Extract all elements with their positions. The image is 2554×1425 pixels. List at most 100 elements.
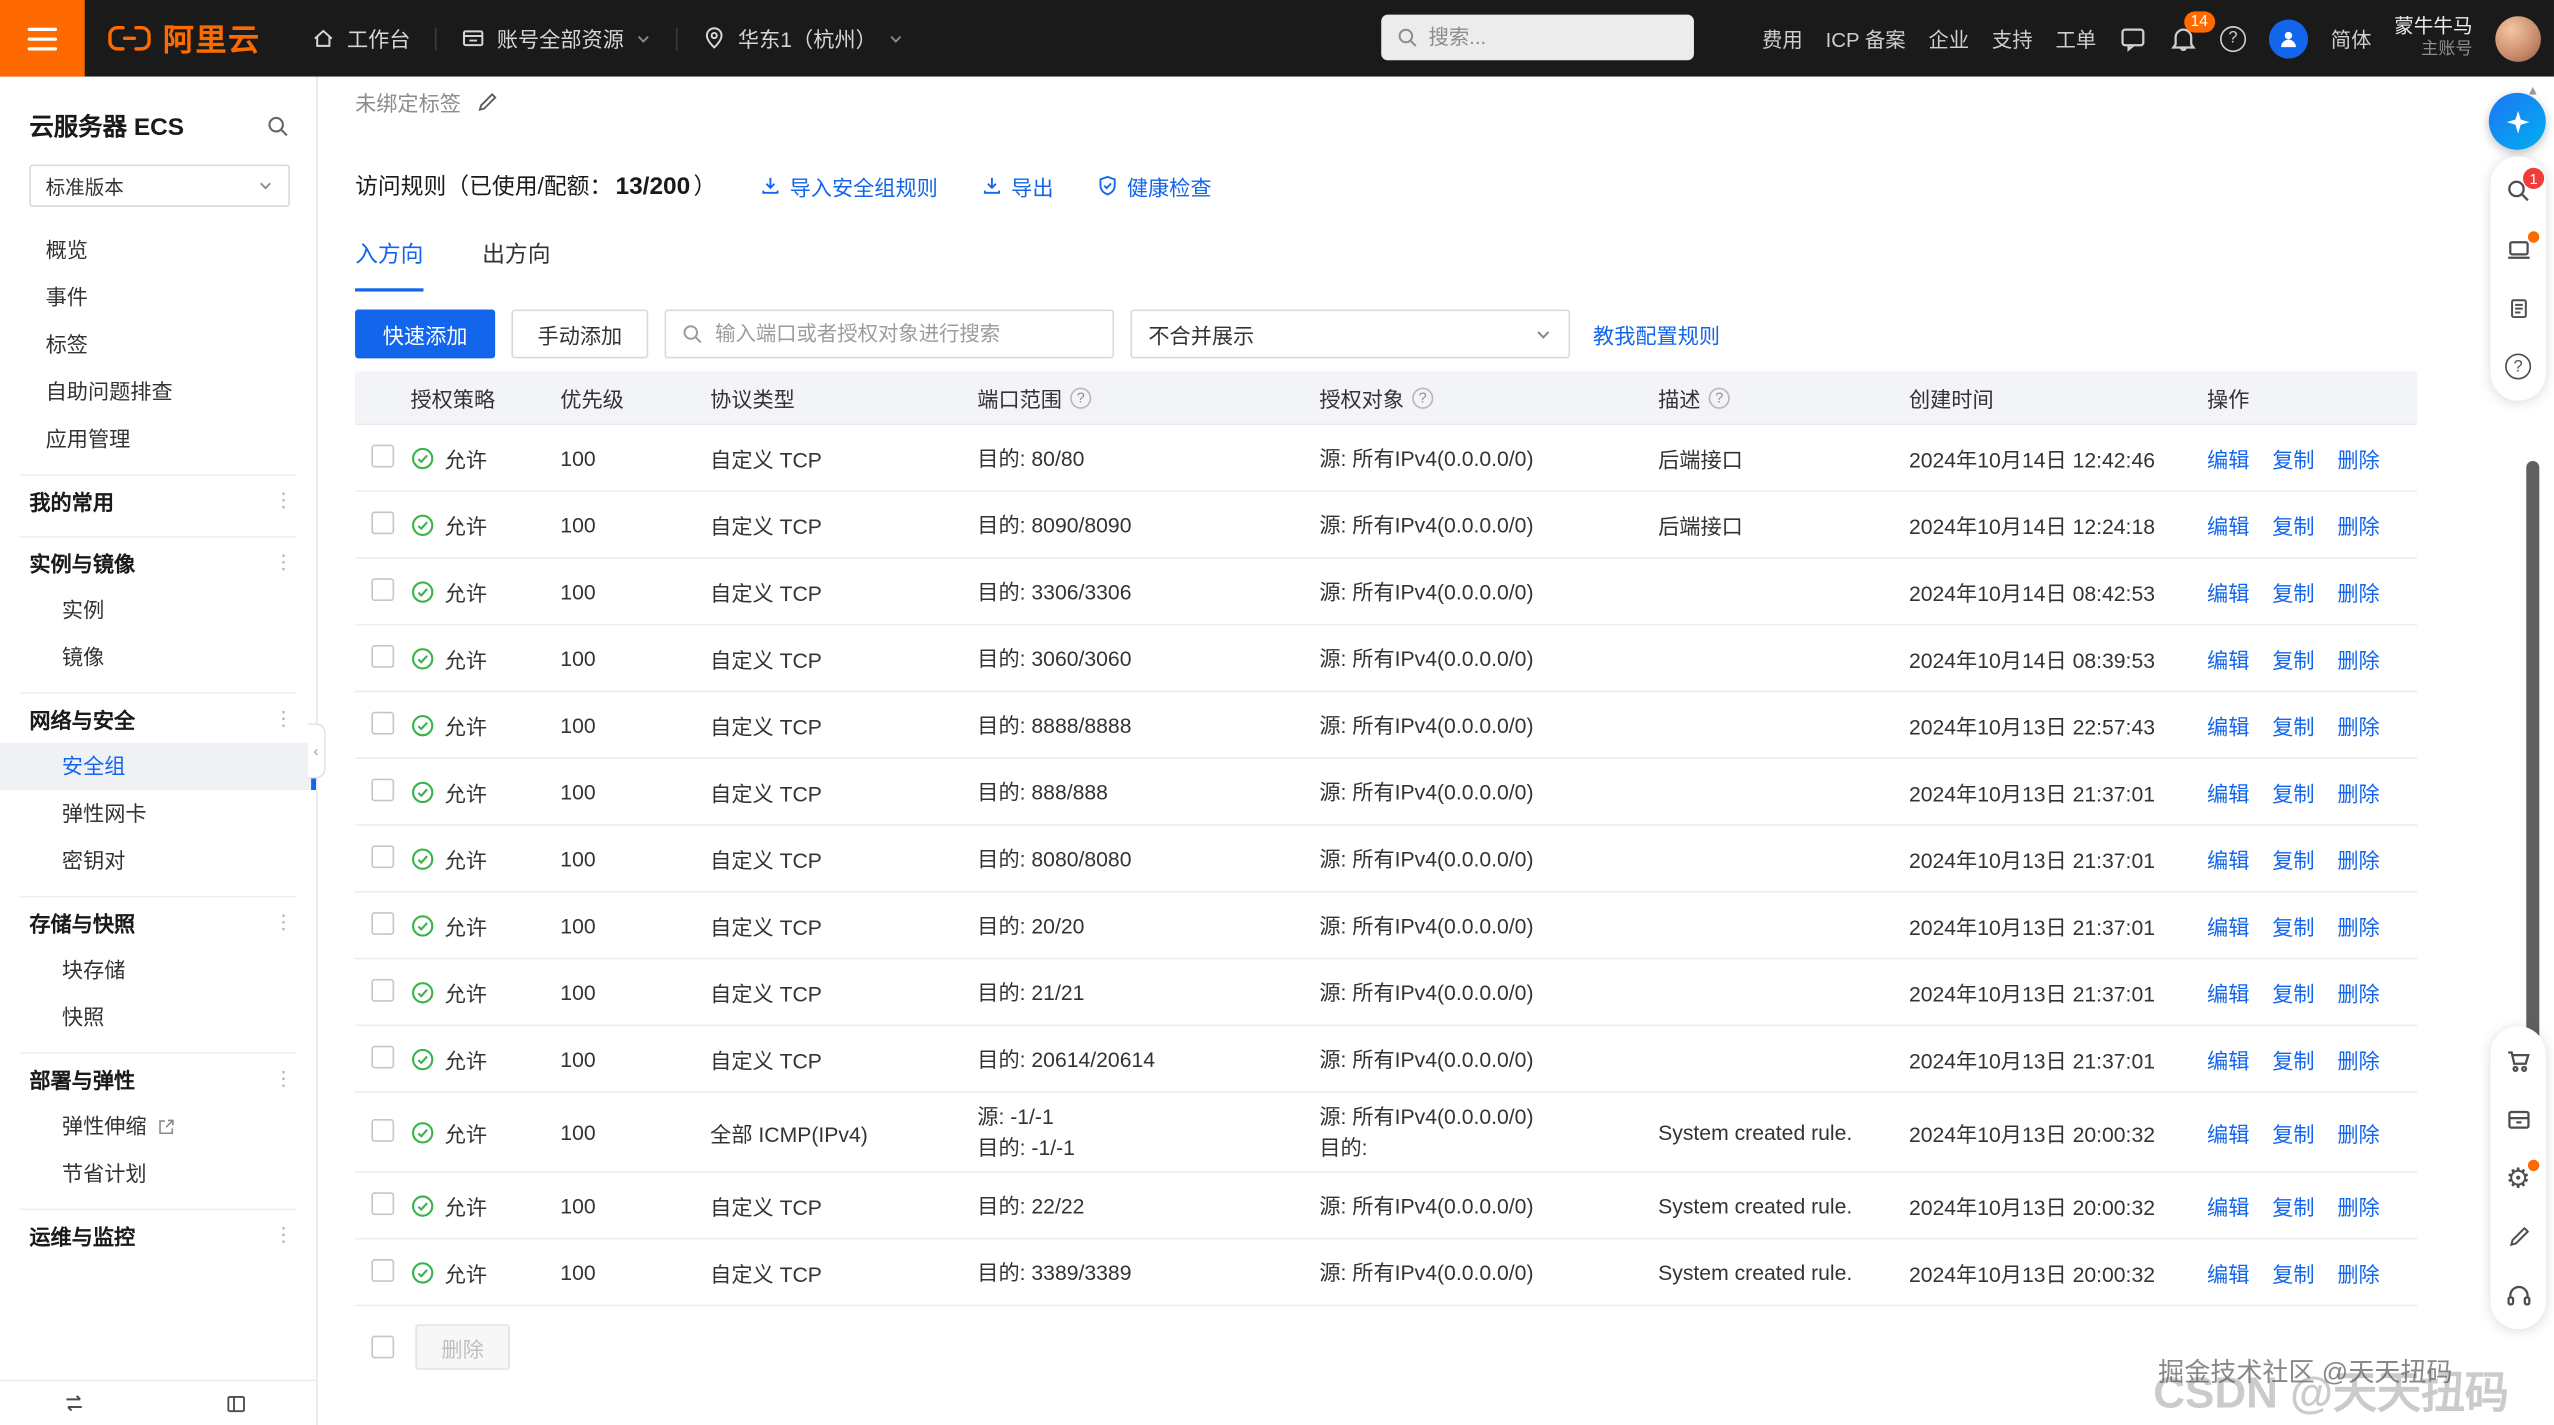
more-icon[interactable]: ⋮ bbox=[274, 551, 294, 574]
row-action-delete[interactable]: 删除 bbox=[2337, 843, 2379, 874]
row-action-edit[interactable]: 编辑 bbox=[2207, 643, 2249, 674]
more-icon[interactable]: ⋮ bbox=[274, 489, 294, 512]
row-action-edit[interactable]: 编辑 bbox=[2207, 709, 2249, 740]
row-action-copy[interactable]: 复制 bbox=[2272, 709, 2314, 740]
row-action-copy[interactable]: 复制 bbox=[2272, 910, 2314, 941]
pencil-icon[interactable] bbox=[2503, 1222, 2532, 1251]
account-info[interactable]: 蒙牛牛马 主账号 bbox=[2394, 15, 2472, 61]
footer-checkbox[interactable] bbox=[371, 1336, 394, 1359]
row-action-copy[interactable]: 复制 bbox=[2272, 1117, 2314, 1148]
row-action-copy[interactable]: 复制 bbox=[2272, 1043, 2314, 1074]
topbar-link[interactable]: 企业 bbox=[1928, 23, 1969, 54]
row-action-delete[interactable]: 删除 bbox=[2337, 576, 2379, 607]
row-action-edit[interactable]: 编辑 bbox=[2207, 976, 2249, 1007]
export-link[interactable]: 导出 bbox=[980, 170, 1053, 201]
row-action-copy[interactable]: 复制 bbox=[2272, 1257, 2314, 1288]
tab-inbound[interactable]: 入方向 bbox=[355, 238, 423, 292]
laptop-icon[interactable] bbox=[2503, 235, 2532, 264]
row-action-copy[interactable]: 复制 bbox=[2272, 576, 2314, 607]
row-action-delete[interactable]: 删除 bbox=[2337, 442, 2379, 473]
sidebar-section[interactable]: 我的常用⋮ bbox=[0, 476, 316, 525]
version-select[interactable]: 标准版本 bbox=[29, 165, 290, 207]
row-action-edit[interactable]: 编辑 bbox=[2207, 910, 2249, 941]
sidebar-item[interactable]: 实例 bbox=[0, 586, 316, 633]
sidebar-section[interactable]: 运维与监控⋮ bbox=[0, 1210, 316, 1259]
row-action-edit[interactable]: 编辑 bbox=[2207, 1257, 2249, 1288]
more-icon[interactable]: ⋮ bbox=[274, 1067, 294, 1090]
sidebar-collapse-handle[interactable]: ‹ bbox=[308, 723, 326, 778]
row-checkbox[interactable] bbox=[371, 711, 394, 734]
help-icon[interactable]: ? bbox=[2220, 25, 2246, 51]
sidebar-item[interactable]: 应用管理 bbox=[0, 415, 316, 462]
row-action-copy[interactable]: 复制 bbox=[2272, 976, 2314, 1007]
topbar-link[interactable]: 费用 bbox=[1762, 23, 1803, 54]
sidebar-item[interactable]: 标签 bbox=[0, 321, 316, 368]
row-action-copy[interactable]: 复制 bbox=[2272, 509, 2314, 540]
row-action-copy[interactable]: 复制 bbox=[2272, 442, 2314, 473]
sidebar-search-icon[interactable] bbox=[265, 114, 289, 138]
row-action-delete[interactable]: 删除 bbox=[2337, 976, 2379, 1007]
row-action-edit[interactable]: 编辑 bbox=[2207, 1190, 2249, 1221]
quick-add-button[interactable]: 快速添加 bbox=[355, 309, 495, 358]
cart-icon[interactable] bbox=[2503, 1046, 2532, 1075]
sidebar-item[interactable]: 密钥对 bbox=[0, 837, 316, 884]
sidebar-item[interactable]: 自助问题排查 bbox=[0, 368, 316, 415]
row-action-edit[interactable]: 编辑 bbox=[2207, 576, 2249, 607]
row-action-copy[interactable]: 复制 bbox=[2272, 776, 2314, 807]
row-checkbox[interactable] bbox=[371, 644, 394, 667]
row-checkbox[interactable] bbox=[371, 577, 394, 600]
column-help-icon[interactable]: ? bbox=[1709, 387, 1730, 408]
batch-delete-button[interactable]: 删除 bbox=[415, 1324, 509, 1370]
row-checkbox[interactable] bbox=[371, 1045, 394, 1068]
language-toggle[interactable]: 简体 bbox=[2331, 23, 2372, 54]
nav-region-selector[interactable]: 华东1（杭州） bbox=[678, 0, 929, 77]
sidebar-item[interactable]: 弹性网卡 bbox=[0, 790, 316, 837]
import-rules-link[interactable]: 导入安全组规则 bbox=[759, 170, 938, 201]
sidebar-section[interactable]: 实例与镜像⋮ bbox=[0, 538, 316, 587]
gear-icon[interactable]: ⚙ bbox=[2503, 1163, 2532, 1192]
row-action-edit[interactable]: 编辑 bbox=[2207, 509, 2249, 540]
global-search[interactable] bbox=[1381, 15, 1694, 61]
notification-bell-icon[interactable]: 14 bbox=[2170, 24, 2198, 52]
row-action-edit[interactable]: 编辑 bbox=[2207, 843, 2249, 874]
row-checkbox[interactable] bbox=[371, 845, 394, 868]
sidebar-item[interactable]: 块存储 bbox=[0, 946, 316, 993]
panel-layout-icon[interactable] bbox=[222, 1389, 251, 1418]
nav-workbench[interactable]: 工作台 bbox=[287, 0, 435, 77]
row-checkbox[interactable] bbox=[371, 1191, 394, 1214]
more-icon[interactable]: ⋮ bbox=[274, 707, 294, 730]
more-icon[interactable]: ⋮ bbox=[274, 1223, 294, 1246]
row-checkbox[interactable] bbox=[371, 1258, 394, 1281]
sidebar-item[interactable]: 快照 bbox=[0, 994, 316, 1041]
topbar-link[interactable]: ICP 备案 bbox=[1826, 23, 1906, 54]
sidebar-item[interactable]: 概览 bbox=[0, 226, 316, 273]
row-action-edit[interactable]: 编辑 bbox=[2207, 442, 2249, 473]
row-checkbox[interactable] bbox=[371, 778, 394, 801]
rules-search-input[interactable] bbox=[715, 323, 1098, 346]
row-checkbox[interactable] bbox=[371, 978, 394, 1001]
sidebar-item[interactable]: 节省计划 bbox=[0, 1150, 316, 1197]
more-icon[interactable]: ⋮ bbox=[274, 910, 294, 933]
row-action-delete[interactable]: 删除 bbox=[2337, 643, 2379, 674]
hamburger-menu-button[interactable] bbox=[0, 0, 85, 77]
column-help-icon[interactable]: ? bbox=[1412, 387, 1433, 408]
row-action-edit[interactable]: 编辑 bbox=[2207, 1043, 2249, 1074]
float-search-icon[interactable]: 1 bbox=[2503, 176, 2532, 205]
user-avatar[interactable] bbox=[2495, 15, 2541, 61]
headset-icon[interactable] bbox=[2503, 1280, 2532, 1309]
global-search-input[interactable] bbox=[1428, 26, 1679, 49]
nav-resources[interactable]: 账号全部资源 bbox=[437, 0, 676, 77]
message-icon[interactable] bbox=[2119, 24, 2147, 52]
row-action-copy[interactable]: 复制 bbox=[2272, 1190, 2314, 1221]
sidebar-section[interactable]: 网络与安全⋮ bbox=[0, 694, 316, 743]
row-action-edit[interactable]: 编辑 bbox=[2207, 776, 2249, 807]
display-mode-select[interactable]: 不合并展示 bbox=[1130, 309, 1570, 358]
sidebar-item[interactable]: 弹性伸缩 bbox=[0, 1103, 316, 1150]
row-action-delete[interactable]: 删除 bbox=[2337, 1117, 2379, 1148]
storage-box-icon[interactable] bbox=[2503, 1104, 2532, 1133]
row-action-copy[interactable]: 复制 bbox=[2272, 643, 2314, 674]
row-checkbox[interactable] bbox=[371, 1118, 394, 1141]
topbar-link[interactable]: 工单 bbox=[2055, 23, 2096, 54]
row-action-delete[interactable]: 删除 bbox=[2337, 1043, 2379, 1074]
row-checkbox[interactable] bbox=[371, 911, 394, 934]
